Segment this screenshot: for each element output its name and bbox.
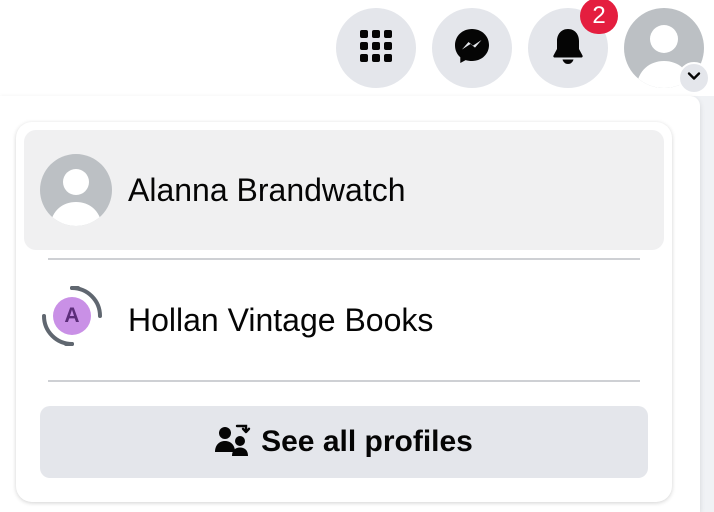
notification-count-badge: 2	[580, 0, 618, 34]
current-profile-name: Alanna Brandwatch	[128, 172, 406, 208]
messenger-button[interactable]	[432, 8, 512, 88]
bell-icon	[551, 27, 585, 70]
current-profile-avatar	[40, 154, 112, 226]
grid-menu-icon	[358, 28, 394, 69]
divider	[48, 380, 640, 382]
menu-button[interactable]	[336, 8, 416, 88]
page-avatar-letter: A	[64, 304, 80, 327]
messenger-icon	[453, 27, 491, 70]
profiles-switch-icon	[215, 423, 251, 462]
top-navigation-bar: 2	[0, 0, 714, 96]
page-profile-name[interactable]: Hollan Vintage Books	[128, 302, 433, 339]
chevron-down-icon	[686, 68, 702, 89]
divider	[48, 258, 640, 260]
see-all-profiles-button[interactable]: See all profiles	[40, 406, 648, 478]
account-menu-toggle[interactable]	[678, 62, 710, 94]
see-all-profiles-label: See all profiles	[261, 425, 473, 458]
